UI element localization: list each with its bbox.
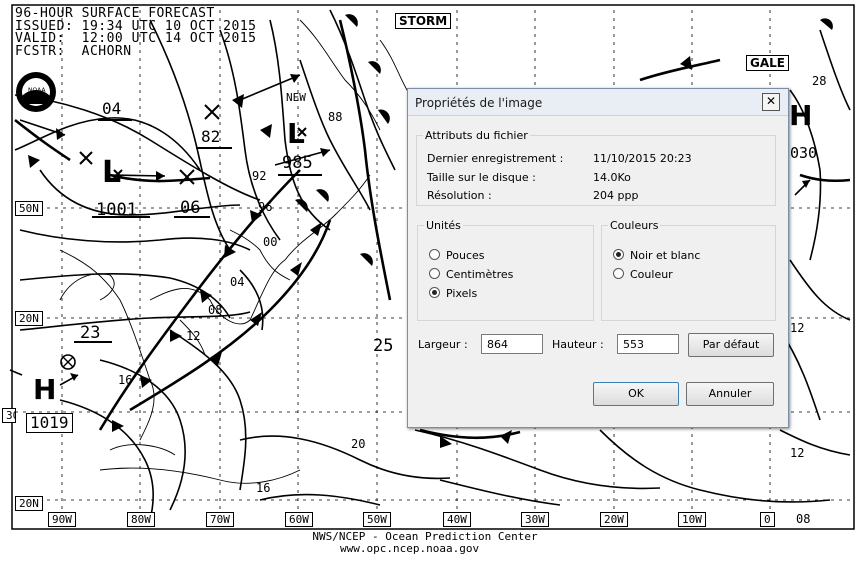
isobar-label: 04 — [230, 275, 245, 289]
last-saved-label: Dernier enregistrement : — [427, 152, 564, 165]
isobar-label: 28 — [812, 74, 827, 88]
color-bw-radio[interactable]: Noir et blanc — [613, 249, 700, 262]
isobar-label: 04 — [102, 99, 122, 118]
radio-selected-icon — [613, 249, 624, 260]
isobar-label: 12 — [790, 321, 805, 335]
isobar-label: 12 — [186, 329, 201, 343]
low-pressure-symbol: L — [102, 155, 122, 190]
dialog-title: Propriétés de l'image — [415, 96, 543, 110]
storm-warning-label: STORM — [395, 13, 452, 29]
isobar-label: 08 — [796, 512, 811, 526]
lat-label: 50N — [15, 201, 43, 216]
high-pressure-symbol-2: H — [789, 99, 813, 132]
units-pixels-radio[interactable]: Pixels — [429, 287, 477, 300]
height-field[interactable]: 553 — [617, 334, 679, 354]
lon-label: 80W — [127, 512, 155, 527]
isobar-label: 23 — [80, 323, 101, 343]
gale-warning-label: GALE — [746, 55, 789, 71]
lon-label: 60W — [285, 512, 313, 527]
isobar-label: 12 — [790, 446, 805, 460]
ok-button[interactable]: OK — [593, 382, 679, 406]
disk-size-label: Taille sur le disque : — [427, 171, 536, 184]
isobar-label: 82 — [201, 127, 221, 146]
disk-size-value: 14.0Ko — [593, 171, 631, 184]
lon-label: 90W — [48, 512, 76, 527]
cancel-button[interactable]: Annuler — [686, 382, 774, 406]
lon-label: 70W — [206, 512, 234, 527]
last-saved-value: 11/10/2015 20:23 — [593, 152, 692, 165]
isobar-label: 16 — [118, 373, 133, 387]
units-centimeters-label: Centimètres — [446, 268, 514, 281]
low-pressure-symbol-2: L — [287, 117, 305, 150]
isobar-label: 96 — [258, 200, 273, 214]
isobar-label: 88 — [328, 110, 343, 124]
footer-url: www.opc.ncep.noaa.gov — [340, 542, 480, 555]
high-pressure-value: 1019 — [26, 413, 73, 433]
dialog-titlebar[interactable]: Propriétés de l'image ✕ — [408, 89, 788, 116]
isobar-label: 92 — [252, 169, 267, 183]
high-pressure-symbol: H — [33, 373, 57, 406]
high-pressure-value-2: 030 — [790, 144, 818, 162]
resolution-value: 204 ppp — [593, 189, 639, 202]
radio-icon — [429, 249, 440, 260]
color-bw-label: Noir et blanc — [630, 249, 701, 262]
new-low-note: NEW — [286, 91, 306, 104]
resolution-label: Résolution : — [427, 189, 492, 202]
image-properties-dialog: Propriétés de l'image ✕ Attributs du fic… — [407, 88, 789, 428]
units-inches-radio[interactable]: Pouces — [429, 249, 485, 262]
isobar-label: 08 — [208, 303, 223, 317]
low-pressure-value: 1001 — [96, 200, 137, 220]
lon-label: 20W — [600, 512, 628, 527]
default-button[interactable]: Par défaut — [688, 333, 774, 357]
header-line-4: FCSTR: ACHORN — [15, 43, 132, 59]
lon-label: 40W — [443, 512, 471, 527]
color-color-label: Couleur — [630, 268, 673, 281]
colors-legend: Couleurs — [610, 219, 659, 232]
isobar-label: 20 — [351, 437, 366, 451]
height-label: Hauteur : — [552, 338, 604, 351]
width-label: Largeur : — [418, 338, 468, 351]
lat-label: 20N — [15, 311, 43, 326]
isobar-label: 00 — [263, 235, 278, 249]
radio-selected-icon — [429, 287, 440, 298]
lat-label: 30N — [2, 408, 16, 423]
lon-label: 10W — [678, 512, 706, 527]
lon-label: 30W — [521, 512, 549, 527]
units-centimeters-radio[interactable]: Centimètres — [429, 268, 513, 281]
units-pixels-label: Pixels — [446, 287, 478, 300]
isobar-label: 25 — [373, 336, 394, 356]
isobar-label: 06 — [180, 198, 201, 218]
low-pressure-value-2: 985 — [282, 153, 313, 173]
close-icon[interactable]: ✕ — [762, 93, 780, 111]
color-color-radio[interactable]: Couleur — [613, 268, 673, 281]
lon-label: 50W — [363, 512, 391, 527]
radio-icon — [613, 268, 624, 279]
units-inches-label: Pouces — [446, 249, 485, 262]
width-field[interactable]: 864 — [481, 334, 543, 354]
forecast-header: 96-HOUR SURFACE FORECAST ISSUED: 19:34 U… — [15, 7, 256, 59]
lat-label: 20N — [15, 496, 43, 511]
radio-icon — [429, 268, 440, 279]
file-attributes-legend: Attributs du fichier — [425, 129, 528, 142]
isobar-label: 16 — [256, 481, 271, 495]
units-legend: Unités — [426, 219, 461, 232]
lon-label: 0 — [760, 512, 775, 527]
noaa-logo-text: NOAA — [28, 87, 46, 94]
footer-credit: NWS/NCEP - Ocean Prediction Center — [312, 530, 538, 543]
